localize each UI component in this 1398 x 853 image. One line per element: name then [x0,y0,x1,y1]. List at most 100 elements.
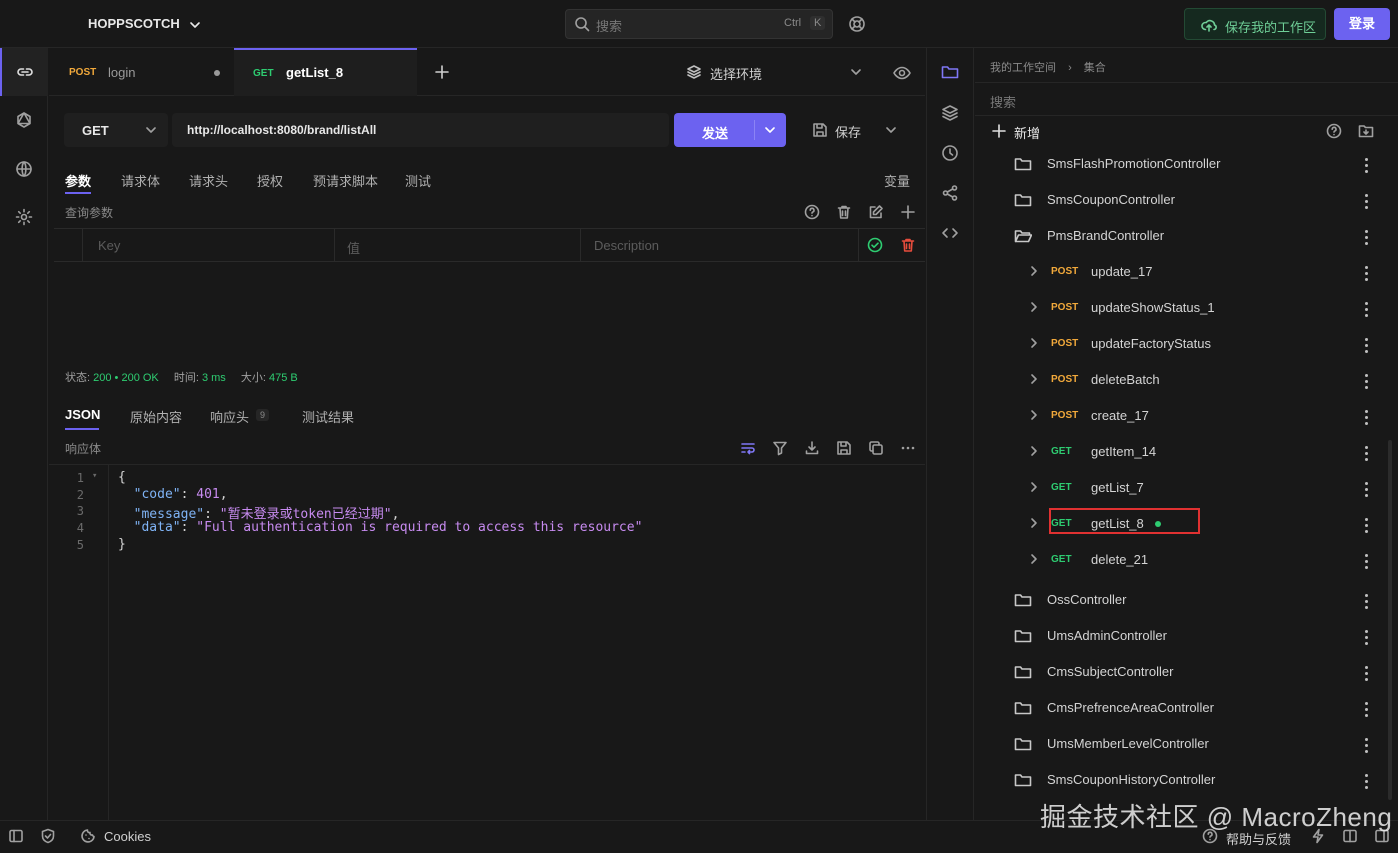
tab-getList_8[interactable]: GET getList_8 [234,48,417,96]
more-vertical-icon[interactable] [1365,302,1369,320]
param-description-input[interactable]: Description [594,238,659,253]
more-vertical-icon[interactable] [1365,774,1369,792]
more-vertical-icon[interactable] [1365,410,1369,428]
fold-arrow-icon[interactable]: ▾ [92,471,97,481]
collection-folder-item[interactable]: UmsMemberLevelController [975,726,1385,762]
collection-folder-item[interactable]: OssController [975,582,1385,618]
collection-folder-item[interactable]: PmsBrandController [975,218,1385,254]
wrap-lines-icon[interactable] [740,440,756,456]
send-button[interactable]: 发送 [674,113,786,147]
more-vertical-icon[interactable] [1365,738,1369,756]
tab-response-json[interactable]: JSON [65,407,100,422]
chevron-right-icon[interactable] [1029,265,1039,277]
tab-tests[interactable]: 测试 [405,171,431,190]
more-vertical-icon[interactable] [1365,266,1369,284]
collection-folder-item[interactable]: UmsAdminController [975,618,1385,654]
collection-request-item[interactable]: POST updateShowStatus_1 [975,290,1385,326]
tab-params[interactable]: 参数 [65,171,91,190]
app-brand-button[interactable]: HOPPSCOTCH [88,16,201,31]
globe-icon[interactable] [15,160,33,178]
more-vertical-icon[interactable] [1365,158,1369,176]
chevron-down-icon[interactable] [885,124,897,136]
collection-folder-item[interactable]: SmsCouponController [975,182,1385,218]
more-vertical-icon[interactable] [1365,230,1369,248]
chevron-right-icon[interactable] [1029,337,1039,349]
copy-icon[interactable] [868,440,884,456]
tab-body[interactable]: 请求体 [121,171,160,190]
graphql-icon[interactable] [15,111,33,129]
chevron-right-icon[interactable] [1029,445,1039,457]
eye-icon[interactable] [893,65,911,81]
tab-response-tests[interactable]: 测试结果 [302,407,354,426]
delete-row-trash-icon[interactable] [900,237,916,253]
collection-request-item[interactable]: GET getList_7 [975,470,1385,506]
param-value-input[interactable]: 值 [347,238,360,257]
chevron-right-icon[interactable] [1029,373,1039,385]
more-vertical-icon[interactable] [1365,630,1369,648]
collection-request-item[interactable]: POST updateFactoryStatus [975,326,1385,362]
more-horizontal-icon[interactable] [900,440,916,456]
more-vertical-icon[interactable] [1365,518,1369,536]
more-vertical-icon[interactable] [1365,338,1369,356]
support-icon[interactable] [848,15,866,33]
collection-folder-item[interactable]: SmsFlashPromotionController [975,146,1385,182]
more-vertical-icon[interactable] [1365,446,1369,464]
chevron-right-icon[interactable] [1029,553,1039,565]
chevron-right-icon[interactable] [1029,301,1039,313]
more-vertical-icon[interactable] [1365,594,1369,612]
code-brackets-icon[interactable] [941,224,959,242]
download-icon[interactable] [804,440,820,456]
edit-icon[interactable] [868,204,884,220]
share-icon[interactable] [941,184,959,202]
collection-folder-item[interactable]: CmsSubjectController [975,654,1385,690]
history-clock-icon[interactable] [941,144,959,162]
more-vertical-icon[interactable] [1365,482,1369,500]
collections-folder-icon[interactable] [941,64,959,80]
save-response-icon[interactable] [836,440,852,456]
scrollbar[interactable] [1388,440,1392,800]
collection-request-item[interactable]: POST update_17 [975,254,1385,290]
chevron-right-icon[interactable] [1029,481,1039,493]
tab-response-raw[interactable]: 原始内容 [130,407,182,426]
method-select[interactable]: GET [64,113,168,147]
help-circle-icon[interactable] [1326,123,1342,139]
chevron-right-icon[interactable] [1029,409,1039,421]
collection-request-item[interactable]: GET getList_8 [975,506,1385,542]
more-vertical-icon[interactable] [1365,194,1369,212]
more-vertical-icon[interactable] [1365,702,1369,720]
url-input[interactable]: http://localhost:8080/brand/listAll [172,113,669,147]
collection-request-item[interactable]: GET delete_21 [975,542,1385,578]
more-vertical-icon[interactable] [1365,666,1369,684]
collection-request-item[interactable]: GET getItem_14 [975,434,1385,470]
sidebar-toggle-icon[interactable] [8,828,24,844]
save-button[interactable]: 保存 [798,113,910,147]
trash-icon[interactable] [836,204,852,220]
tab-variables[interactable]: 变量 [884,171,910,190]
settings-icon[interactable] [15,208,33,226]
tab-authorization[interactable]: 授权 [257,171,283,190]
collection-request-item[interactable]: POST create_17 [975,398,1385,434]
shield-icon[interactable] [40,828,56,844]
filter-icon[interactable] [772,440,788,456]
help-circle-icon[interactable] [804,204,820,220]
rail-rest-active[interactable] [0,48,48,96]
tab-response-headers[interactable]: 响应头 [210,407,249,426]
layers-icon[interactable] [941,104,959,122]
chevron-right-icon[interactable] [1029,517,1039,529]
new-tab-plus-icon[interactable] [434,64,450,80]
more-vertical-icon[interactable] [1365,374,1369,392]
more-vertical-icon[interactable] [1365,554,1369,572]
collection-folder-item[interactable]: CmsPrefrenceAreaController [975,690,1385,726]
import-folder-icon[interactable] [1358,123,1374,139]
tab-pre-request-script[interactable]: 预请求脚本 [313,171,378,190]
collection-request-item[interactable]: POST deleteBatch [975,362,1385,398]
login-button[interactable]: 登录 [1334,8,1390,40]
save-workspace-button[interactable]: 保存我的工作区 [1184,8,1326,40]
collections-search-input[interactable]: 搜索 [975,82,1398,116]
chevron-down-icon[interactable] [764,124,776,136]
add-param-plus-icon[interactable] [900,204,916,220]
breadcrumb-root[interactable]: 我的工作空间 [990,62,1056,74]
search-input[interactable]: 搜索 Ctrl K [565,9,833,39]
param-key-input[interactable]: Key [98,238,120,253]
collection-folder-item[interactable]: SmsCouponHistoryController [975,762,1385,798]
